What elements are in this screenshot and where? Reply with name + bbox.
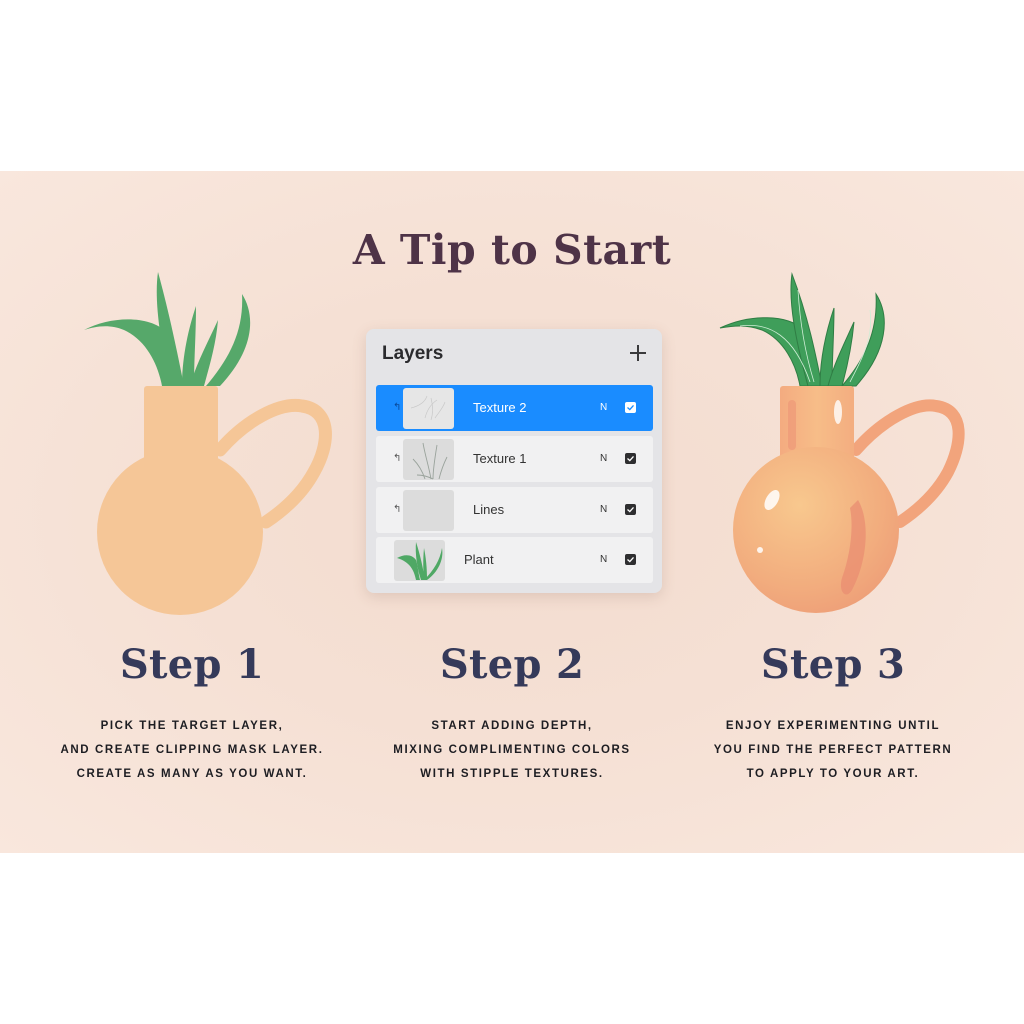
step-3: Step 3 ENJOY EXPERIMENTING UNTIL YOU FIN… bbox=[663, 641, 1003, 786]
layer-thumbnail bbox=[403, 490, 454, 531]
layer-row-texture-2[interactable]: ↰ Texture 2 N bbox=[376, 385, 653, 431]
step-line: WITH STIPPLE TEXTURES. bbox=[420, 768, 604, 780]
step-description: ENJOY EXPERIMENTING UNTIL YOU FIND THE P… bbox=[663, 714, 1003, 786]
step-line: CREATE AS MANY AS YOU WANT. bbox=[76, 768, 308, 780]
step-line: TO APPLY TO YOUR ART. bbox=[746, 768, 920, 780]
layer-row-texture-1[interactable]: ↰ Texture 1 N bbox=[376, 436, 653, 482]
flat-vase-illustration bbox=[84, 272, 332, 615]
layer-row-lines[interactable]: ↰ Lines N bbox=[376, 487, 653, 533]
clipping-mask-icon: ↰ bbox=[393, 504, 402, 515]
step-line: YOU FIND THE PERFECT PATTERN bbox=[713, 744, 953, 756]
step-line: PICK THE TARGET LAYER, bbox=[100, 720, 284, 732]
blend-mode-button[interactable]: N bbox=[600, 402, 607, 413]
layer-thumbnail bbox=[403, 388, 454, 429]
layer-name: Texture 1 bbox=[473, 451, 527, 466]
blend-mode-button[interactable]: N bbox=[600, 453, 607, 464]
clipping-mask-icon: ↰ bbox=[393, 402, 402, 413]
layer-thumbnail bbox=[403, 439, 454, 480]
step-line: ENJOY EXPERIMENTING UNTIL bbox=[725, 720, 941, 732]
step-line: MIXING COMPLIMENTING COLORS bbox=[393, 744, 631, 756]
layer-row-plant[interactable]: Plant N bbox=[376, 537, 653, 583]
vase-body bbox=[97, 449, 263, 615]
plant-leaves bbox=[84, 272, 251, 386]
step-1: Step 1 PICK THE TARGET LAYER, AND CREATE… bbox=[22, 641, 362, 786]
plus-icon[interactable] bbox=[630, 345, 646, 361]
layers-panel-title: Layers bbox=[382, 343, 444, 364]
step-heading: Step 1 bbox=[119, 641, 265, 688]
step-description: START ADDING DEPTH, MIXING COMPLIMENTING… bbox=[342, 714, 682, 786]
layer-name: Lines bbox=[473, 502, 505, 517]
step-heading: Step 2 bbox=[439, 641, 585, 688]
clipping-mask-icon: ↰ bbox=[393, 453, 402, 464]
visibility-checkbox[interactable] bbox=[625, 402, 636, 413]
layer-name: Plant bbox=[464, 552, 494, 567]
visibility-checkbox[interactable] bbox=[625, 504, 636, 515]
visibility-checkbox[interactable] bbox=[625, 554, 636, 565]
step-heading: Step 3 bbox=[760, 641, 906, 688]
step-description: PICK THE TARGET LAYER, AND CREATE CLIPPI… bbox=[22, 714, 362, 786]
checkmark-icon bbox=[627, 506, 634, 513]
checkmark-icon bbox=[627, 556, 634, 563]
textured-vase-illustration bbox=[719, 273, 965, 613]
layer-name: Texture 2 bbox=[473, 400, 527, 415]
layers-panel: Layers ↰ Texture 2 N ↰ Texture 1 N ↰ Lin… bbox=[366, 329, 662, 593]
checkmark-icon bbox=[627, 404, 634, 411]
visibility-checkbox[interactable] bbox=[625, 453, 636, 464]
layer-thumbnail bbox=[394, 540, 445, 581]
step-line: AND CREATE CLIPPING MASK LAYER. bbox=[60, 744, 324, 756]
step-2: Step 2 START ADDING DEPTH, MIXING COMPLI… bbox=[342, 641, 682, 786]
blend-mode-button[interactable]: N bbox=[600, 504, 607, 515]
vase-body bbox=[733, 447, 899, 613]
blend-mode-button[interactable]: N bbox=[600, 554, 607, 565]
checkmark-icon bbox=[627, 455, 634, 462]
step-line: START ADDING DEPTH, bbox=[431, 720, 593, 732]
